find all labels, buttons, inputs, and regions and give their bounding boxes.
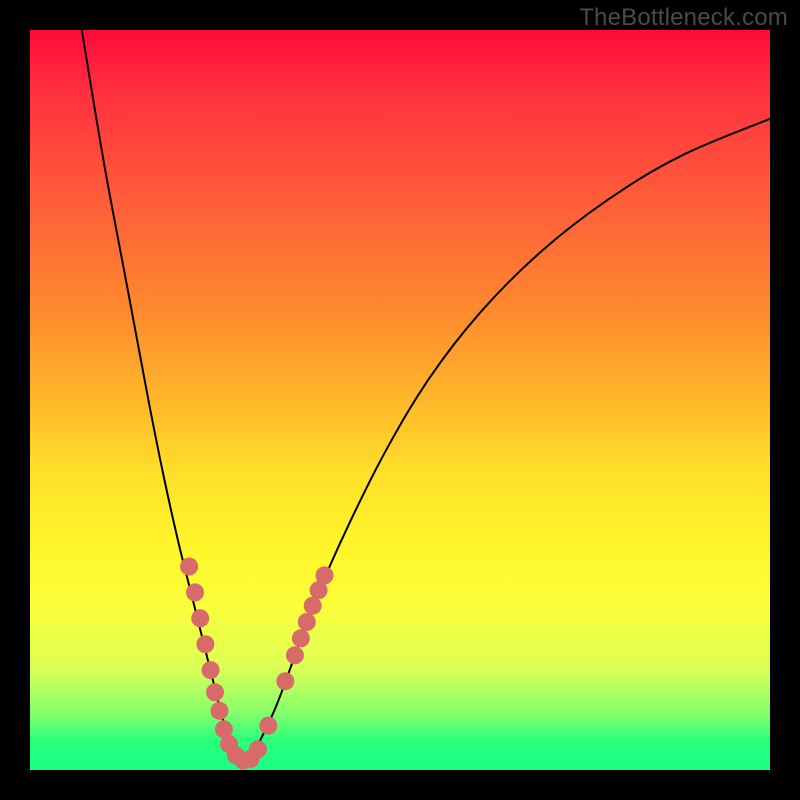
data-point [286,646,304,664]
data-point [292,629,310,647]
data-point [186,583,204,601]
data-point [191,609,209,627]
watermark-text: TheBottleneck.com [579,4,788,32]
curve-layer [82,30,770,763]
data-point [206,683,224,701]
data-point [210,702,228,720]
data-point [316,566,334,584]
curve-path [82,30,770,763]
chart-frame: TheBottleneck.com [0,0,800,800]
data-point [259,717,277,735]
chart-svg [30,30,770,770]
data-point [249,740,267,758]
data-point [298,613,316,631]
data-point [304,597,322,615]
data-point [202,661,220,679]
data-point [276,672,294,690]
points-layer [180,558,333,770]
plot-area [30,30,770,770]
data-point [180,558,198,576]
data-point [196,635,214,653]
